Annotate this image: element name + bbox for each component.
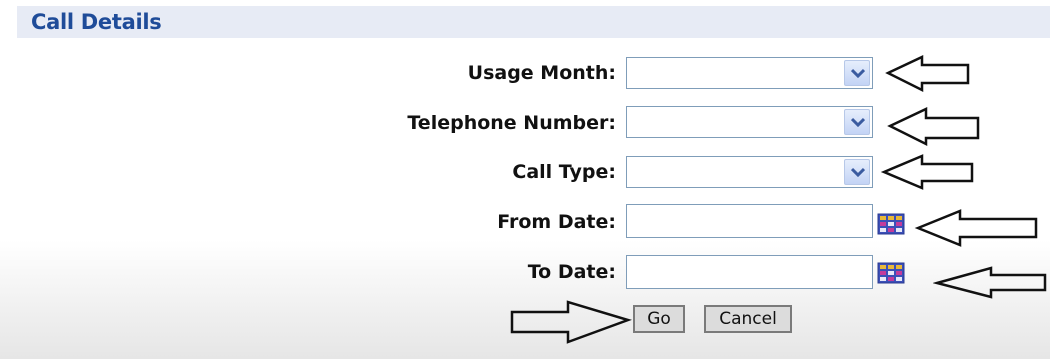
to-date-input[interactable] (626, 255, 873, 289)
arrow-outline-icon (887, 107, 980, 147)
chevron-down-icon[interactable] (844, 109, 870, 135)
from-date-input[interactable] (626, 204, 873, 238)
call-type-select[interactable] (626, 156, 873, 188)
telephone-number-select[interactable] (626, 106, 873, 138)
to-date-label: To Date: (527, 261, 616, 283)
arrow-outline-icon (885, 55, 970, 93)
cancel-button[interactable]: Cancel (704, 305, 792, 333)
usage-month-select[interactable] (626, 57, 873, 89)
chevron-down-icon[interactable] (844, 60, 870, 86)
call-type-label: Call Type: (512, 161, 616, 183)
arrow-outline-icon (914, 209, 1038, 247)
arrow-outline-icon (510, 300, 632, 344)
arrow-outline-icon (880, 154, 974, 190)
go-button[interactable]: Go (633, 305, 685, 333)
arrow-outline-icon (933, 266, 1047, 299)
telephone-number-label: Telephone Number: (407, 112, 616, 134)
from-date-label: From Date: (497, 211, 616, 233)
usage-month-label: Usage Month: (467, 62, 616, 84)
calendar-icon[interactable] (877, 262, 905, 284)
chevron-down-icon[interactable] (844, 159, 870, 185)
calendar-icon[interactable] (877, 213, 905, 235)
section-title: Call Details (31, 10, 162, 34)
section-header: Call Details (17, 6, 1050, 38)
